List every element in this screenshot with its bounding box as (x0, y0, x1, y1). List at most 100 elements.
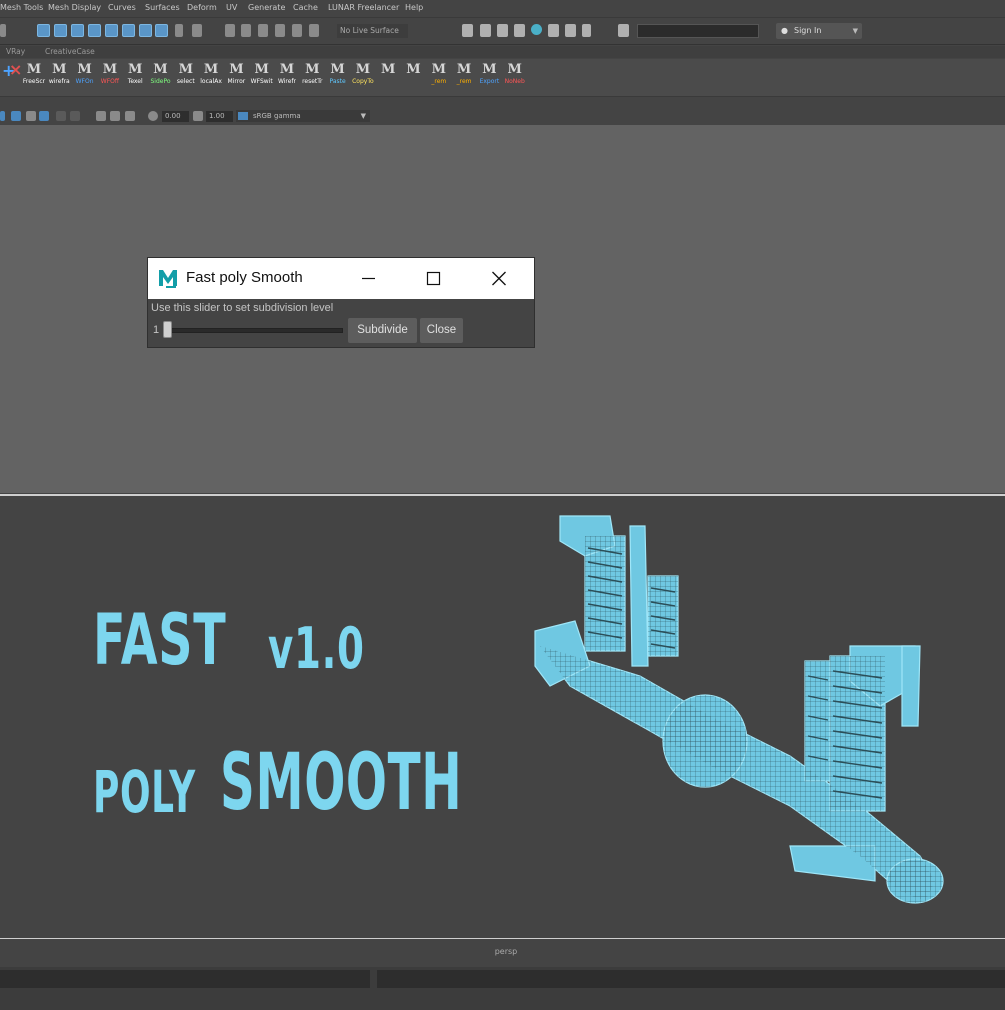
mel-input-field[interactable] (0, 970, 370, 988)
shelf-button[interactable]: M NoNeb (503, 62, 527, 88)
menu-cache[interactable]: Cache (293, 3, 318, 12)
render-icon-2[interactable] (480, 24, 491, 37)
maya-shelf-icon: M (203, 62, 219, 77)
menu-uv[interactable]: UV (226, 3, 237, 12)
snap-magnet-icon-5[interactable] (292, 24, 302, 37)
snap-edge-icon[interactable] (139, 24, 152, 37)
snap-surface-icon[interactable] (105, 24, 118, 37)
menu-mesh-tools[interactable]: Mesh Tools (0, 3, 43, 12)
panel-layout-icon[interactable] (618, 24, 629, 37)
dialog-title-bar[interactable]: Fast poly Smooth (148, 258, 534, 299)
sign-in-button[interactable]: ● Sign In ▼ (776, 23, 862, 39)
snap-magnet-icon-3[interactable] (258, 24, 268, 37)
exposure-icon[interactable] (148, 111, 158, 121)
shaded-toggle-icon[interactable] (39, 111, 49, 121)
shelf-button[interactable]: M Export (477, 62, 501, 88)
shelf-button-caption: Mirror (227, 78, 246, 85)
shelf-button[interactable]: M CopyTo (351, 62, 375, 88)
render-icon-1[interactable] (462, 24, 473, 37)
chevron-down-icon: ▼ (852, 27, 858, 35)
shelf-button-caption: WFOn (75, 78, 94, 85)
shelf-button[interactable]: M Paste (326, 62, 350, 88)
shelf-button-caption: _rem (431, 78, 447, 85)
shelf-button[interactable]: M WFOff (98, 62, 122, 88)
color-space-select[interactable]: sRGB gamma ▼ (236, 110, 370, 122)
shelf-button[interactable]: MresetTr (300, 62, 324, 88)
menu-mesh-display[interactable]: Mesh Display (48, 3, 101, 12)
subdivision-slider-track[interactable] (164, 328, 343, 333)
render-icon-3[interactable] (497, 24, 508, 37)
snap-magnet-icon-4[interactable] (275, 24, 285, 37)
panel-icon-0[interactable] (0, 111, 5, 121)
shelf-button[interactable]: M Texel (123, 62, 147, 88)
maya-shelf-icon: M (406, 62, 421, 77)
wireframe-toggle-icon[interactable] (26, 111, 36, 121)
maximize-button[interactable] (410, 258, 456, 299)
promo-banner: FAST v1.0 POLY SMOOTH (0, 494, 1005, 940)
command-field[interactable] (637, 24, 759, 38)
select-tool-icon[interactable] (0, 24, 6, 37)
menu-surfaces[interactable]: Surfaces (145, 3, 180, 12)
shelf-button[interactable]: M Wirefr (275, 62, 299, 88)
shelf-button[interactable]: M _rem (452, 62, 476, 88)
menu-curves[interactable]: Curves (108, 3, 136, 12)
snap-grid-icon[interactable] (37, 24, 50, 37)
maya-shelf-icon: M (77, 62, 92, 77)
subdivision-slider-handle[interactable] (163, 321, 172, 338)
shelf-button-caption: select (176, 78, 195, 85)
shelf-button[interactable]: M (376, 62, 400, 88)
subdivide-button[interactable]: Subdivide (348, 318, 417, 343)
camera-icon[interactable] (11, 111, 21, 121)
snap-vertex-icon[interactable] (122, 24, 135, 37)
lock-icon[interactable] (175, 24, 183, 37)
hypershade-icon[interactable] (565, 24, 576, 37)
select-highlight-icon[interactable] (192, 24, 202, 37)
tab-creativecase[interactable]: CreativeCase (45, 47, 95, 56)
remove-icon[interactable]: × (9, 60, 22, 79)
menu-lunar-freelancer[interactable]: LUNAR Freelancer (328, 3, 399, 12)
close-button[interactable]: Close (420, 318, 463, 343)
shelf-tabs: VRay CreativeCase (0, 46, 1005, 58)
shelf-button[interactable]: M WFSwit (250, 62, 274, 88)
xray-icon[interactable] (110, 111, 120, 121)
lights-icon[interactable] (70, 111, 80, 121)
live-surface-field[interactable]: No Live Surface (337, 24, 408, 38)
gamma-icon[interactable] (193, 111, 203, 121)
tab-vray[interactable]: VRay (6, 47, 25, 56)
menu-help[interactable]: Help (405, 3, 423, 12)
shelf-button[interactable]: M WFOn (73, 62, 97, 88)
shelf-button[interactable]: MlocalAx (199, 62, 223, 88)
snap-view-icon[interactable] (88, 24, 101, 37)
grid-icon[interactable] (125, 111, 135, 121)
maya-shelf-icon: M (229, 62, 244, 77)
exposure-field[interactable]: 0.00 (162, 111, 189, 122)
textured-icon[interactable] (56, 111, 66, 121)
shelf-button[interactable]: M (402, 62, 426, 88)
menu-generate[interactable]: Generate (248, 3, 285, 12)
snap-curve-icon[interactable] (54, 24, 67, 37)
shelf-button[interactable]: M _rem (427, 62, 451, 88)
maya-shelf-icon: M (254, 62, 269, 77)
shelf-button[interactable]: M Mirror (224, 62, 248, 88)
ipr-render-icon[interactable] (531, 24, 542, 35)
minimize-button[interactable] (346, 258, 392, 299)
menu-deform[interactable]: Deform (187, 3, 217, 12)
snap-face-icon[interactable] (155, 24, 168, 37)
shelf-button[interactable]: M SidePo (149, 62, 173, 88)
render-icon-4[interactable] (514, 24, 525, 37)
shelf-button-caption: Export (479, 78, 500, 85)
snap-magnet-icon-2[interactable] (241, 24, 251, 37)
close-window-button[interactable] (476, 258, 522, 299)
shelf-button[interactable]: M FreeScr (22, 62, 46, 88)
mel-result-field[interactable] (377, 970, 1005, 988)
shelf-button[interactable]: Mselect (174, 62, 198, 88)
snap-magnet-icon-1[interactable] (225, 24, 235, 37)
pause-icon[interactable] (582, 24, 591, 37)
render-settings-icon[interactable] (548, 24, 559, 37)
command-line (0, 967, 1005, 1010)
gamma-field[interactable]: 1.00 (206, 111, 233, 122)
isolate-icon[interactable] (96, 111, 106, 121)
snap-point-icon[interactable] (71, 24, 84, 37)
snap-magnet-icon-6[interactable] (309, 24, 319, 37)
shelf-button[interactable]: Mwirefra (47, 62, 71, 88)
